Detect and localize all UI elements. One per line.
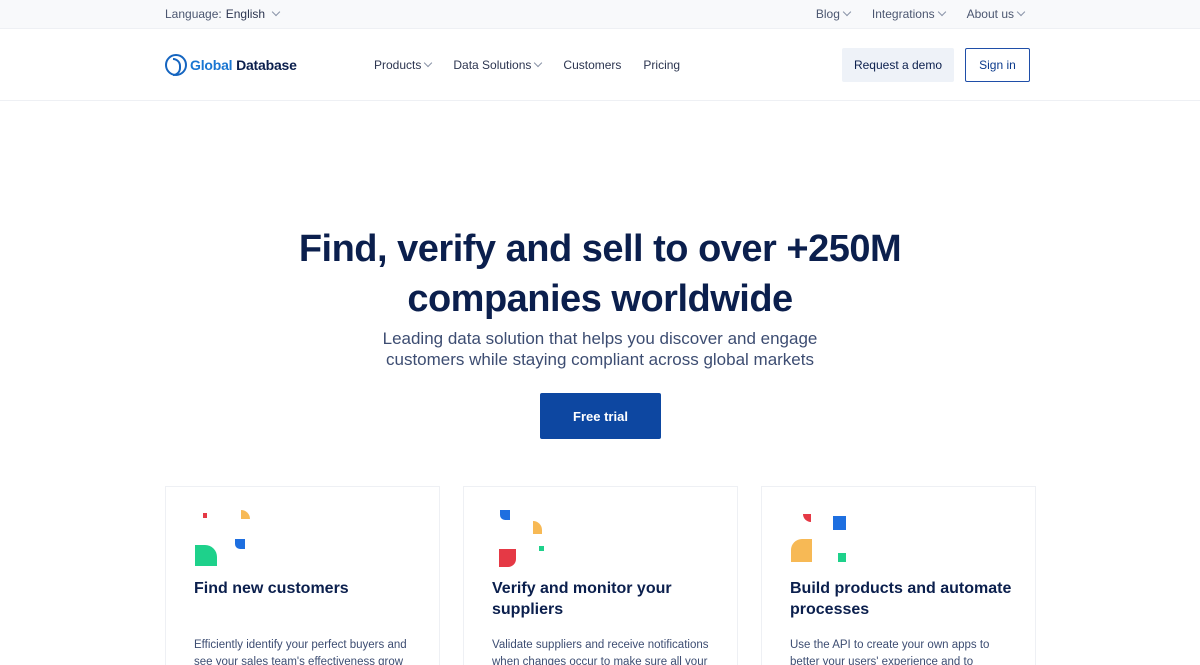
nav-item-label: Data Solutions [453,58,532,72]
chevron-down-icon [534,58,543,68]
shapes-illustration-icon [499,510,544,567]
card-body: Efficiently identify your perfect buyers… [194,639,407,665]
nav-item-label: Customers [563,58,622,72]
language-label: Language: [165,7,222,21]
logo-text-database: Database [236,57,297,73]
logo-text-global: Global [190,57,233,73]
chevron-down-icon [1016,7,1026,17]
sign-in-button[interactable]: Sign in [965,48,1030,82]
shapes-illustration-icon [791,514,846,562]
red-shape [803,514,811,522]
about-us-link-label: About us [966,7,1014,21]
utility-links: Blog Integrations About us [815,7,1026,21]
language-value: English [225,7,266,21]
feature-card-build-products[interactable]: Build products and automate processes Us… [761,486,1036,665]
orange-shape [241,510,250,519]
shapes-illustration-icon [195,510,250,566]
free-trial-button[interactable]: Free trial [540,393,661,439]
integrations-link-label: Integrations [871,7,935,21]
orange-shape [791,539,812,562]
card-body: Use the API to create your own apps to b… [790,639,990,665]
hero-subtitle: Leading data solution that helps you dis… [300,328,900,370]
blue-shape [235,539,245,549]
blue-shape [500,510,510,520]
card-body: Validate suppliers and receive notificat… [492,639,709,665]
request-demo-button[interactable]: Request a demo [842,48,954,82]
nav-menu: Products Data Solutions Customers Pricin… [374,58,680,72]
blue-shape [833,516,846,530]
nav-item-customers[interactable]: Customers [563,58,621,72]
main-nav: Global Database Products Data Solutions … [0,29,1200,101]
green-shape [838,553,846,562]
hero-title-line2: companies worldwide [407,278,793,320]
green-shape [539,546,544,551]
card-title: Verify and monitor your suppliers [492,580,672,618]
chevron-down-icon [842,7,852,17]
nav-item-products[interactable]: Products [374,58,433,72]
red-shape [203,513,207,518]
feature-card-find-customers[interactable]: Find new customers Efficiently identify … [165,486,440,665]
hero-title: Find, verify and sell to over +250M comp… [200,224,1000,324]
hero-subtitle-line1: Leading data solution that helps you dis… [382,329,818,348]
feature-card-verify-suppliers[interactable]: Verify and monitor your suppliers Valida… [463,486,738,665]
logo-text: Global Database [190,57,297,73]
blog-link[interactable]: Blog [815,7,852,21]
green-shape [195,545,217,566]
globe-logo-icon [165,54,187,76]
chevron-down-icon [937,7,946,17]
nav-item-label: Products [374,58,422,72]
integrations-link[interactable]: Integrations [871,7,946,21]
logo[interactable]: Global Database [165,54,297,76]
card-title: Build products and automate processes [790,580,1012,618]
chevron-down-icon [271,7,281,17]
utility-bar: Language: English Blog Integrations Abou… [0,0,1200,29]
nav-item-label: Pricing [643,58,681,72]
language-selector[interactable]: Language: English [165,7,281,21]
nav-item-data-solutions[interactable]: Data Solutions [453,58,543,72]
hero-subtitle-line2: customers while staying compliant across… [385,350,814,369]
card-title: Find new customers [194,580,349,597]
blog-link-label: Blog [815,7,840,21]
hero-title-line1: Find, verify and sell to over +250M [298,228,902,270]
about-us-link[interactable]: About us [966,7,1026,21]
orange-shape [533,521,542,534]
nav-item-pricing[interactable]: Pricing [643,58,680,72]
chevron-down-icon [424,58,433,68]
red-shape [499,549,516,567]
